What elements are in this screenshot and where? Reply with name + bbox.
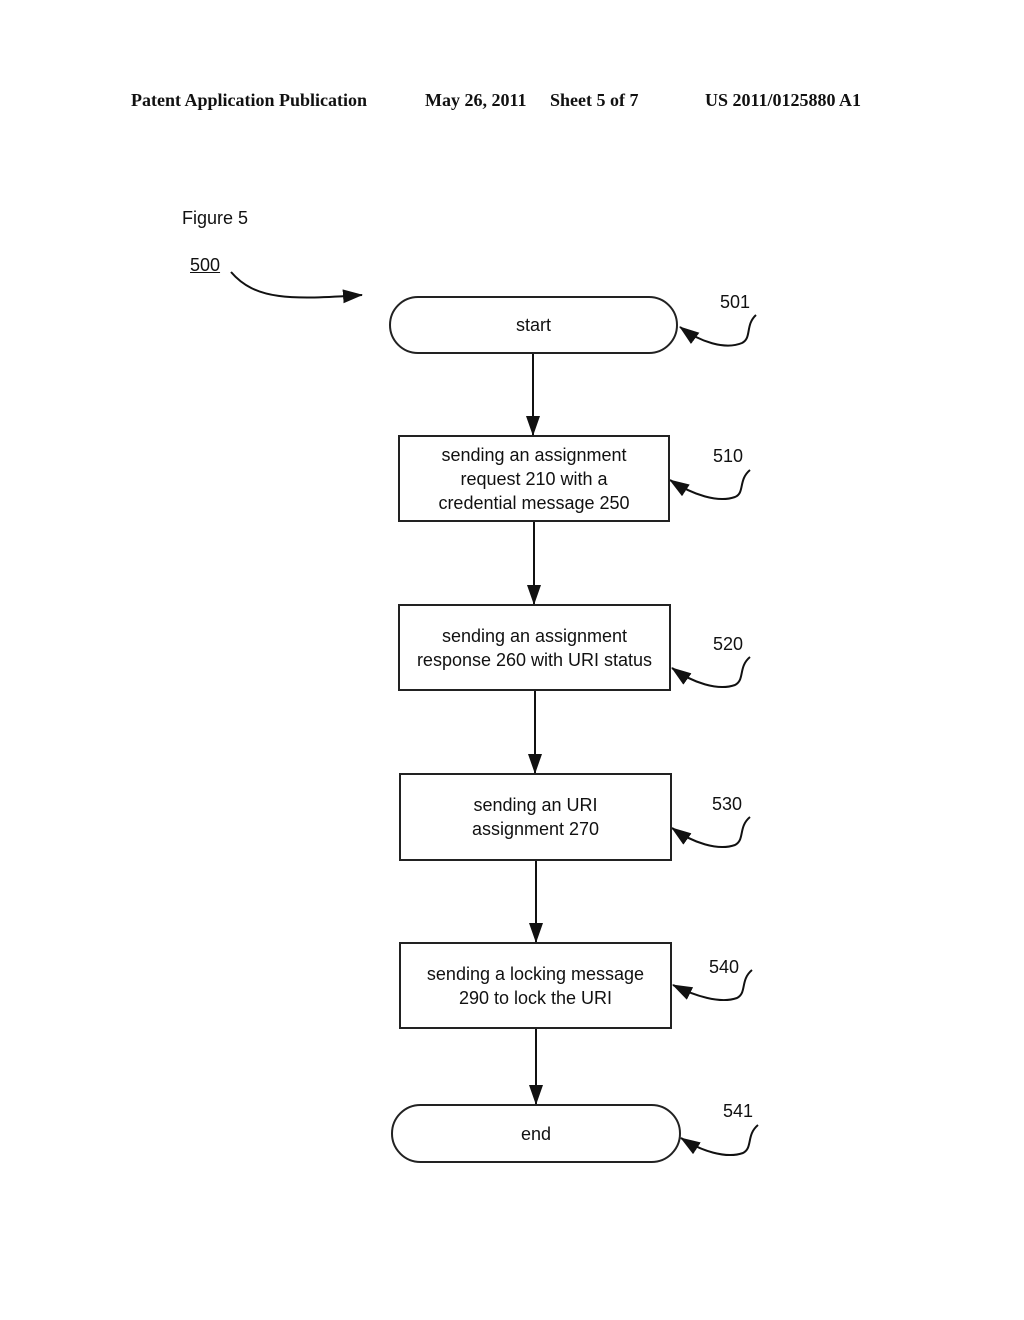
leader-510 xyxy=(669,469,751,501)
ref-520: 520 xyxy=(713,634,744,654)
ref-540: 540 xyxy=(709,957,740,977)
node-assignment-response: sending an assignment response 260 with … xyxy=(398,604,671,691)
ref-530: 530 xyxy=(712,794,743,814)
ref-510: 510 xyxy=(713,446,744,466)
node-locking-message: sending a locking message 290 to lock th… xyxy=(399,942,672,1029)
node-540-label: sending a locking message 290 to lock th… xyxy=(426,963,645,1008)
leader-520 xyxy=(671,656,751,689)
node-uri-assignment: sending an URI assignment 270 xyxy=(399,773,672,861)
node-assignment-request: sending an assignment request 210 with a… xyxy=(398,435,670,522)
node-end-label: end xyxy=(520,1123,552,1144)
ref-501: 501 xyxy=(720,292,751,312)
node-start: start xyxy=(389,296,678,354)
pointer-500-arrow xyxy=(230,271,363,304)
leader-530 xyxy=(671,816,751,849)
leader-501 xyxy=(679,314,757,347)
node-530-label: sending an URI assignment 270 xyxy=(471,795,600,839)
node-end: end xyxy=(391,1104,681,1163)
node-510-label: sending an assignment request 210 with a… xyxy=(438,444,630,513)
node-start-label: start xyxy=(515,315,551,335)
leader-541 xyxy=(680,1124,759,1157)
node-520-label: sending an assignment response 260 with … xyxy=(416,625,653,670)
ref-541: 541 xyxy=(723,1101,754,1121)
